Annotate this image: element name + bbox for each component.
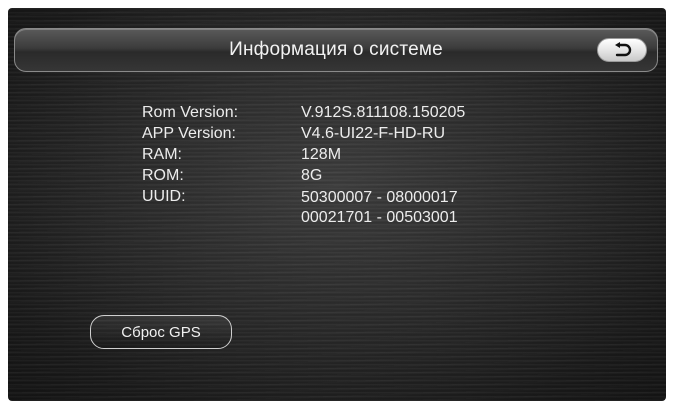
rom-version-value: V.912S.811108.150205	[301, 104, 466, 121]
uuid-value-line-2: 00021701 - 00503001	[301, 209, 458, 226]
back-button[interactable]	[597, 38, 647, 62]
rom-value: 8G	[301, 167, 323, 184]
ram-value: 128M	[301, 146, 342, 163]
rom-version-label: Rom Version:	[142, 104, 239, 121]
device-screen: Информация о системе Rom Version: V.912S…	[8, 8, 666, 401]
reset-gps-button[interactable]: Сброс GPS	[90, 315, 232, 349]
back-arrow-icon	[615, 42, 632, 57]
uuid-value-line-1: 50300007 - 08000017	[301, 189, 458, 206]
rom-label: ROM:	[142, 167, 184, 184]
header-bar: Информация о системе	[14, 28, 658, 72]
uuid-label: UUID:	[142, 188, 186, 205]
app-version-label: APP Version:	[142, 125, 236, 142]
ram-label: RAM:	[142, 146, 182, 163]
app-version-value: V4.6-UI22-F-HD-RU	[301, 125, 446, 142]
page-title: Информация о системе	[229, 39, 443, 60]
uuid-value: 50300007 - 08000017 00021701 - 00503001	[301, 188, 458, 228]
